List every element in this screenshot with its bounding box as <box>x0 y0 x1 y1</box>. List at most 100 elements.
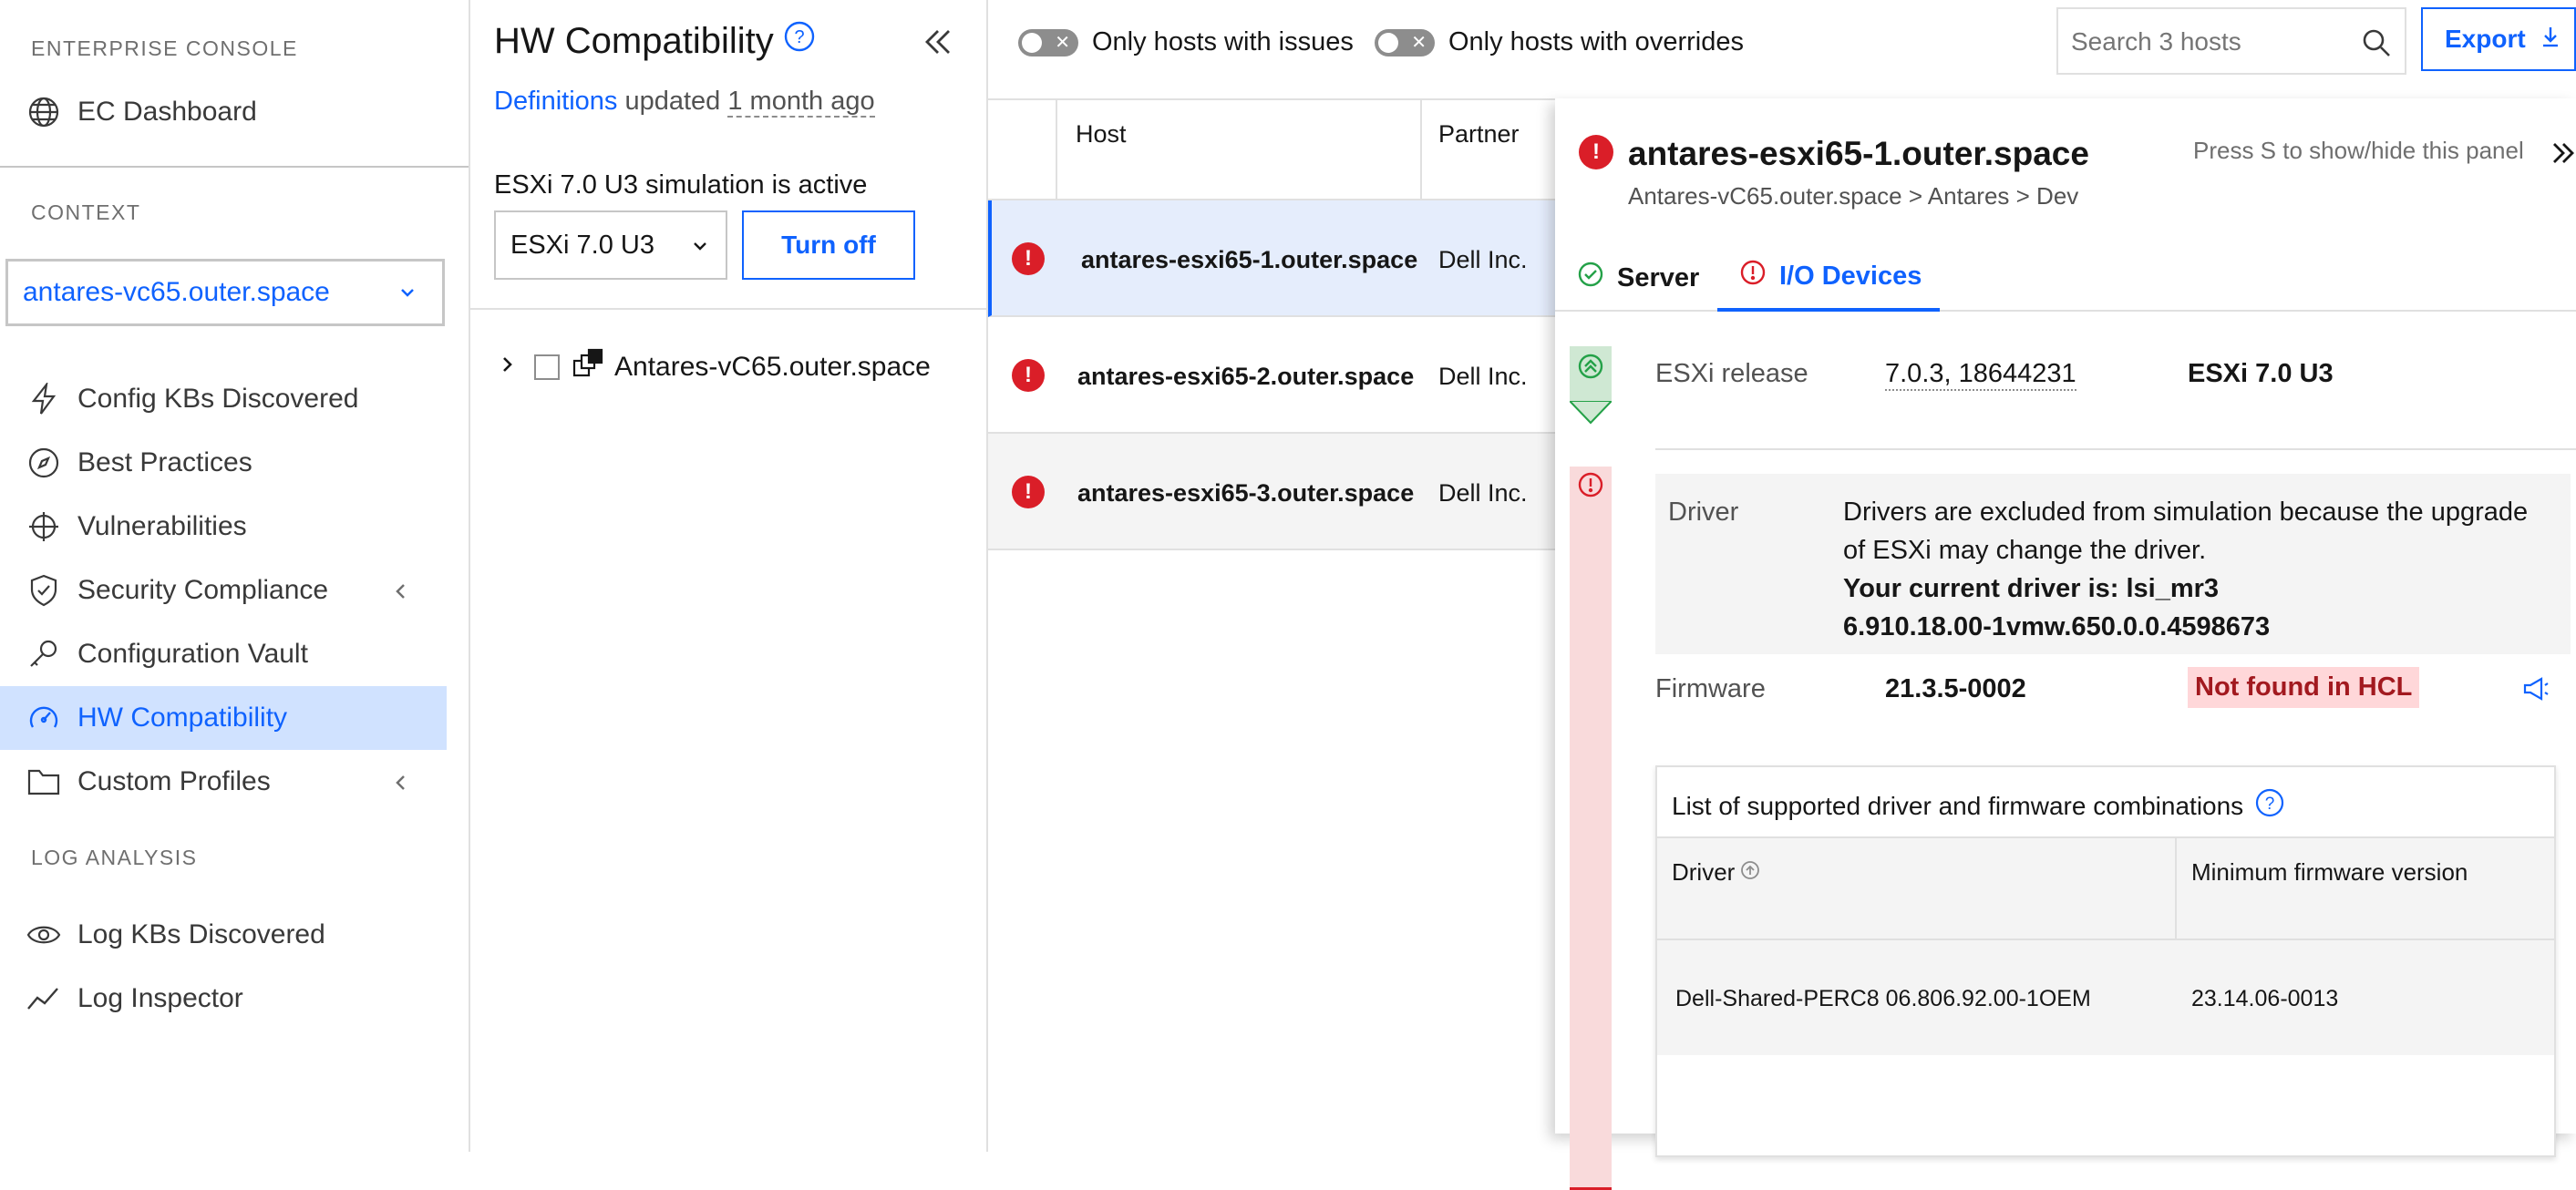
divider <box>1655 448 2576 450</box>
definitions-line: Definitions updated 1 month ago <box>494 87 875 118</box>
partner-name: Dell Inc. <box>1438 363 1528 390</box>
host-detail-panel: ! antares-esxi65-1.outer.space Antares-v… <box>1555 98 2576 1190</box>
sidebar-item-custom-profiles[interactable]: Custom Profiles <box>0 750 447 814</box>
download-icon <box>2540 25 2561 55</box>
error-icon: ! <box>1012 359 1045 392</box>
partner-name: Dell Inc. <box>1438 246 1528 273</box>
tree-node[interactable]: Antares-vC65.outer.space <box>498 348 931 386</box>
key-icon <box>26 636 62 672</box>
driver-label: Driver <box>1668 498 1739 527</box>
combos-header-cell-driver[interactable]: Driver <box>1657 838 2177 939</box>
combos-col-fw[interactable]: Minimum firmware version <box>2191 858 2468 887</box>
shield-icon <box>26 572 62 609</box>
header-cell-host[interactable]: Host <box>1057 100 1422 200</box>
sidebar-item-label: EC Dashboard <box>77 97 257 127</box>
sidebar-item-log-kbs[interactable]: Log KBs Discovered <box>0 903 447 967</box>
tab-server[interactable]: Server <box>1555 244 1708 312</box>
tree-node-label: Antares-vC65.outer.space <box>614 352 931 382</box>
definitions-link[interactable]: Definitions <box>494 87 617 116</box>
header-cell-status <box>988 100 1057 200</box>
section-label-enterprise: ENTERPRISE CONSOLE <box>31 36 298 60</box>
error-icon: ! <box>1012 476 1045 508</box>
table-header: Host Partner <box>988 98 1559 200</box>
status-bar-error <box>1570 467 1612 1190</box>
table-row[interactable]: ! antares-esxi65-3.outer.space Dell Inc. <box>988 434 1559 550</box>
page-title: HW Compatibility <box>494 20 774 61</box>
table-row[interactable]: ! antares-esxi65-1.outer.space Dell Inc. <box>988 200 1559 317</box>
combos-col-driver: Driver <box>1672 858 1736 886</box>
firmware-label: Firmware <box>1655 674 1766 703</box>
toggle-only-issues[interactable]: ✕ Only hosts with issues <box>1018 27 1354 57</box>
tab-divider <box>1555 310 2576 312</box>
svg-text:?: ? <box>2265 795 2275 814</box>
updated-when: 1 month ago <box>727 87 875 118</box>
help-icon[interactable]: ? <box>2254 787 2285 825</box>
detail-breadcrumb: Antares-vC65.outer.space > Antares > Dev <box>1628 182 2079 210</box>
column-header-partner[interactable]: Partner <box>1438 120 1520 149</box>
globe-icon <box>26 94 62 130</box>
toggle-only-overrides[interactable]: ✕ Only hosts with overrides <box>1375 27 1744 57</box>
sidebar-item-security-compliance[interactable]: Security Compliance <box>0 559 447 622</box>
expand-panel-icon[interactable] <box>2549 137 2576 174</box>
combo-driver: Dell-Shared-PERC8 06.806.92.00-1OEM <box>1675 986 2091 1011</box>
sidebar-item-label: Configuration Vault <box>77 639 308 669</box>
driver-block: Driver Drivers are excluded from simulat… <box>1655 474 2571 654</box>
toggle-label: Only hosts with overrides <box>1448 27 1744 56</box>
collapse-panel-icon[interactable] <box>920 24 956 65</box>
sidebar-item-configuration-vault[interactable]: Configuration Vault <box>0 622 447 686</box>
divider <box>0 166 469 168</box>
sidebar-item-label: Config KBs Discovered <box>77 384 359 414</box>
host-name: antares-esxi65-1.outer.space <box>1081 246 1418 273</box>
error-icon: ! <box>1012 242 1045 275</box>
sidebar-item-best-practices[interactable]: Best Practices <box>0 431 447 495</box>
sidebar-item-log-inspector[interactable]: Log Inspector <box>0 967 447 1031</box>
toggle-switch[interactable]: ✕ <box>1375 28 1435 56</box>
collapse-up-icon[interactable] <box>1578 354 1603 384</box>
esxi-release-target: ESXi 7.0 U3 <box>2188 359 2334 388</box>
check-circle-icon <box>1577 261 1604 295</box>
context-select[interactable]: antares-vc65.outer.space <box>5 259 445 326</box>
panel-title-wrap: HW Compatibility ? <box>494 20 816 62</box>
tab-label: I/O Devices <box>1779 261 1922 291</box>
driver-note-2: of ESXi may change the driver. <box>1843 536 2207 565</box>
combos-header: Driver Minimum firmware version <box>1657 836 2554 939</box>
turn-off-button[interactable]: Turn off <box>742 210 915 280</box>
chevron-left-icon <box>390 579 410 610</box>
combo-fw: 23.14.06-0013 <box>2191 986 2339 1011</box>
toggle-switch[interactable]: ✕ <box>1018 28 1078 56</box>
hw-compat-panel: HW Compatibility ? Definitions updated 1… <box>470 0 988 1152</box>
sidebar-item-vulnerabilities[interactable]: Vulnerabilities <box>0 495 447 559</box>
search-box[interactable] <box>2056 7 2406 75</box>
firmware-value: 21.3.5-0002 <box>1885 674 2026 703</box>
tree-checkbox[interactable] <box>534 354 560 380</box>
help-icon[interactable]: ? <box>783 20 816 62</box>
sidebar-item-hw-compatibility[interactable]: HW Compatibility <box>0 686 447 750</box>
tab-io-devices[interactable]: I/O Devices <box>1717 244 1940 312</box>
vcenter-icon <box>572 348 605 386</box>
toggle-label: Only hosts with issues <box>1092 27 1354 56</box>
chevron-down-icon <box>397 280 418 311</box>
divider <box>470 308 986 310</box>
sidebar: ENTERPRISE CONSOLE EC Dashboard CONTEXT … <box>0 0 470 1152</box>
sidebar-item-config-kbs[interactable]: Config KBs Discovered <box>0 367 447 431</box>
simulation-select[interactable]: ESXi 7.0 U3 <box>494 210 727 280</box>
sidebar-item-label: Custom Profiles <box>77 766 271 796</box>
search-icon[interactable] <box>2361 27 2392 63</box>
export-button[interactable]: Export <box>2421 7 2576 71</box>
esxi-release-label: ESXi release <box>1655 359 1808 388</box>
chevron-right-icon[interactable] <box>498 352 518 383</box>
sidebar-item-label: Vulnerabilities <box>77 511 247 541</box>
sidebar-item-label: Best Practices <box>77 447 252 477</box>
folder-icon <box>26 764 62 800</box>
megaphone-icon[interactable] <box>2521 674 2550 708</box>
sort-icon[interactable] <box>1740 858 1760 887</box>
combos-col-driver-wrap: Driver <box>1672 858 1760 887</box>
warning-circle-icon <box>1739 259 1767 293</box>
simulation-select-value: ESXi 7.0 U3 <box>510 230 654 260</box>
sidebar-item-ec-dashboard[interactable]: EC Dashboard <box>0 80 447 144</box>
table-row[interactable]: ! antares-esxi65-2.outer.space Dell Inc. <box>988 317 1559 434</box>
updated-label: updated <box>624 87 721 116</box>
section-label-log-analysis: LOG ANALYSIS <box>31 846 198 869</box>
context-value: antares-vc65.outer.space <box>23 277 330 307</box>
search-input[interactable] <box>2071 22 2344 62</box>
